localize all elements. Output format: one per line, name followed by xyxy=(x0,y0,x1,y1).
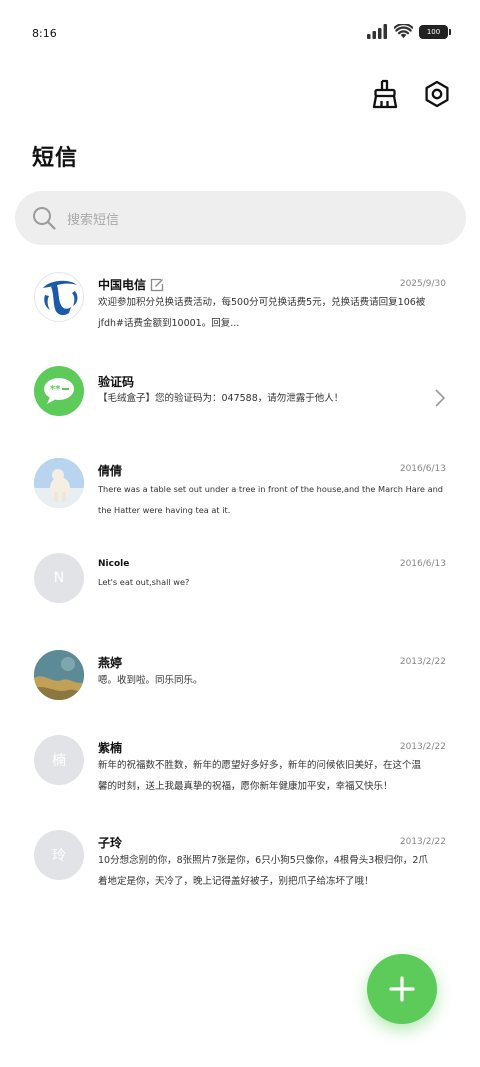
avatar xyxy=(34,458,84,508)
snippet-line: 馨的时刻，送上我最真挚的祝福，愿你新年健康加平安，幸福又快乐！ xyxy=(98,781,393,792)
top-actions xyxy=(368,77,454,111)
message-date: 2016/6/13 xyxy=(399,559,446,569)
search-icon xyxy=(33,207,56,230)
svg-text:**: ** xyxy=(50,384,61,395)
signal-icon xyxy=(367,24,387,39)
avatar: ** xyxy=(34,366,84,416)
snippet-line: There was a table set out under a tree i… xyxy=(98,484,443,494)
page-title: 短信 xyxy=(32,146,79,171)
search-input[interactable]: 搜索短信 xyxy=(15,191,466,245)
message-bubble-icon: ** xyxy=(44,378,74,404)
list-item[interactable]: 中国电信 2025/9/30 欢迎参加积分兑换话费活动，每500分可兑换话费5元… xyxy=(0,255,480,350)
snippet-line: 着地定是你，天冷了，晚上记得盖好被子，别把爪子给冻坏了哦！ xyxy=(98,876,374,887)
battery-level: 100 xyxy=(426,27,441,36)
snippet-line: the Hatter were having tea at it. xyxy=(98,505,231,515)
status-bar: 8:16 100 xyxy=(0,0,480,60)
avatar xyxy=(34,650,84,700)
message-snippet: 【毛绒盒子】您的验证码为：047588，请勿泄露于他人！ xyxy=(98,388,444,409)
message-date: 2013/2/22 xyxy=(399,837,446,847)
clean-button[interactable] xyxy=(368,77,402,111)
message-date: 2013/2/22 xyxy=(399,657,446,667)
snippet-line: Let's eat out,shall we? xyxy=(98,577,190,587)
message-date: 2016/6/13 xyxy=(399,464,446,474)
message-sender: 燕婷 xyxy=(98,654,122,671)
chevron-right-icon xyxy=(435,389,446,407)
snippet-line: 欢迎参加积分兑换话费活动，每500分可兑换话费5元，兑换话费请回复106被 xyxy=(98,297,426,308)
plus-icon xyxy=(389,976,415,1002)
broom-icon xyxy=(372,79,398,109)
message-sender: 紫楠 xyxy=(98,739,122,756)
list-item[interactable]: 楠 紫楠 2013/2/22 新年的祝福数不胜数，新年的愿望好多好多，新年的问候… xyxy=(0,718,480,813)
edit-icon[interactable] xyxy=(150,278,164,292)
message-snippet: 欢迎参加积分兑换话费活动，每500分可兑换话费5元，兑换话费请回复106被 jf… xyxy=(98,292,444,334)
message-snippet: 10分想念别的你，8张照片7张是你，6只小狗5只像你，4根骨头3根归你，2爪 着… xyxy=(98,850,444,892)
status-icons: 100 xyxy=(367,24,451,39)
snippet-line: 10分想念别的你，8张照片7张是你，6只小狗5只像你，4根骨头3根归你，2爪 xyxy=(98,855,428,866)
settings-button[interactable] xyxy=(420,77,454,111)
list-item[interactable]: 玲 子玲 2013/2/22 10分想念别的你，8张照片7张是你，6只小狗5只像… xyxy=(0,813,480,908)
new-message-button[interactable] xyxy=(367,954,437,1024)
polar-bear-photo xyxy=(34,458,84,508)
message-sender: 倩倩 xyxy=(98,462,122,479)
message-date: 2025/9/30 xyxy=(399,279,446,289)
sender-name: 紫楠 xyxy=(98,741,123,755)
snippet-line: 嗯。收到啦。同乐同乐。 xyxy=(98,675,203,686)
message-snippet: 嗯。收到啦。同乐同乐。 xyxy=(98,670,444,691)
snippet-line: 【毛绒盒子】您的验证码为：047588，请勿泄露于他人！ xyxy=(98,393,344,404)
avatar: 楠 xyxy=(34,735,84,785)
avatar: 玲 xyxy=(34,830,84,880)
search-placeholder: 搜索短信 xyxy=(67,212,120,228)
message-list: 中国电信 2025/9/30 欢迎参加积分兑换话费活动，每500分可兑换话费5元… xyxy=(0,255,480,908)
message-snippet: There was a table set out under a tree i… xyxy=(98,479,444,521)
list-item[interactable]: 燕婷 2013/2/22 嗯。收到啦。同乐同乐。 xyxy=(0,633,480,718)
message-sender: Nicole xyxy=(98,559,129,569)
sender-name: 燕婷 xyxy=(98,656,123,670)
status-time: 8:16 xyxy=(32,27,57,40)
list-item[interactable]: 倩倩 2016/6/13 There was a table set out u… xyxy=(0,444,480,538)
sender-name: Nicole xyxy=(98,559,130,569)
message-snippet: Let's eat out,shall we? xyxy=(98,572,444,593)
message-sender: 子玲 xyxy=(98,834,122,851)
message-sender: 中国电信 xyxy=(98,276,164,293)
list-item[interactable]: ** 验证码 【毛绒盒子】您的验证码为：047588，请勿泄露于他人！ xyxy=(0,350,480,444)
settings-icon xyxy=(425,80,449,108)
sender-name: 中国电信 xyxy=(98,278,147,292)
list-item[interactable]: N Nicole 2016/6/13 Let's eat out,shall w… xyxy=(0,538,480,633)
message-snippet: 新年的祝福数不胜数，新年的愿望好多好多，新年的问候依旧美好，在这个温 馨的时刻，… xyxy=(98,755,444,797)
sender-name: 子玲 xyxy=(98,836,123,850)
battery-icon: 100 xyxy=(419,24,451,39)
avatar: N xyxy=(34,553,84,603)
wifi-icon xyxy=(394,24,413,39)
landscape-photo xyxy=(34,650,84,700)
snippet-line: jfdh#话费金额到10001。回复... xyxy=(98,318,240,329)
sender-name: 倩倩 xyxy=(98,464,123,478)
avatar xyxy=(34,272,84,322)
message-date: 2013/2/22 xyxy=(399,742,446,752)
snippet-line: 新年的祝福数不胜数，新年的愿望好多好多，新年的问候依旧美好，在这个温 xyxy=(98,760,422,771)
china-telecom-logo-icon xyxy=(43,280,78,316)
